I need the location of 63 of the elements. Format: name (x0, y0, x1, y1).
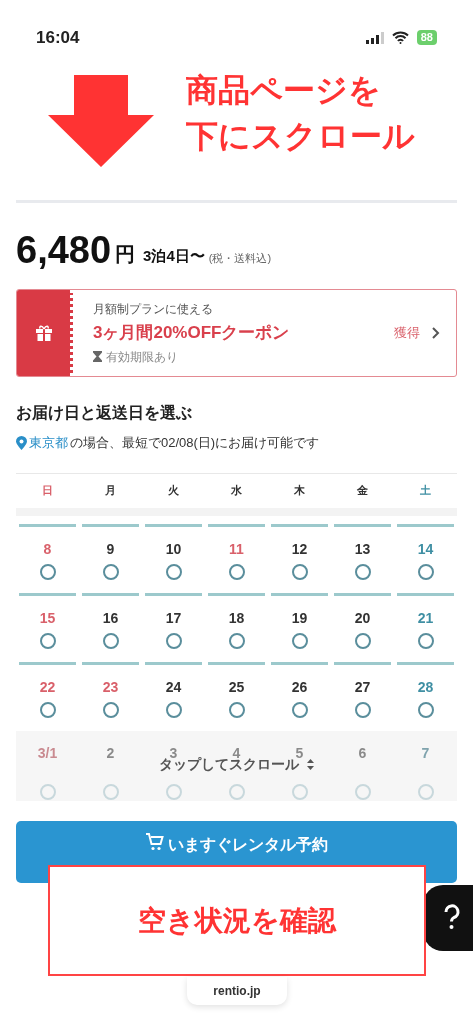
day-number: 3 (169, 743, 178, 761)
weekday-label: 金 (356, 483, 369, 499)
day-number: 28 (417, 677, 434, 697)
price-unit: 円 (115, 242, 136, 267)
chevron-right-icon (432, 327, 440, 339)
cart-icon (145, 832, 164, 851)
delivery-message: の場合、最短で02/08(日)にお届け可能です (70, 434, 320, 452)
battery-indicator: 88 (416, 30, 437, 45)
hourglass-icon (93, 351, 102, 363)
weekday-label: 月 (104, 483, 117, 499)
day-number: 24 (165, 677, 182, 697)
day-number: 20 (354, 608, 371, 628)
day-number: 2 (106, 743, 115, 763)
weekday-label: 火 (167, 483, 180, 499)
weekday-label: 日 (41, 483, 54, 499)
day-number: 4 (232, 743, 241, 761)
coupon-validity: 有効期限あり (106, 348, 178, 366)
price-note: (税・送料込) (208, 250, 272, 266)
plan-length: 3泊4日〜 (143, 245, 205, 266)
annotation-text: 空き状況を確認 (138, 903, 336, 938)
day-number: 23 (102, 677, 119, 697)
day-number: 15 (39, 608, 56, 628)
day-number: 18 (228, 608, 245, 628)
url-text: rentio.jp (213, 983, 261, 1000)
wifi-icon (391, 31, 409, 44)
down-arrow-icon (48, 75, 154, 167)
day-number: 6 (358, 743, 367, 763)
day-number: 5 (295, 743, 304, 761)
day-number: 13 (354, 539, 371, 559)
weekday-label: 土 (419, 483, 432, 499)
day-number: 16 (102, 608, 119, 628)
coupon-caption: 月額制プランに使える (93, 301, 214, 319)
weekday-label: 木 (293, 483, 306, 499)
day-number: 3/1 (37, 743, 58, 763)
day-number: 17 (165, 608, 182, 628)
day-number: 11 (229, 539, 244, 559)
gift-icon (34, 324, 53, 342)
day-number: 21 (417, 608, 434, 628)
price-amount: 6,480 (16, 231, 112, 269)
status-time: 16:04 (36, 26, 80, 49)
location-pin-icon (16, 435, 27, 450)
day-number: 19 (291, 608, 308, 628)
annotation-text: 商品ページを (186, 71, 382, 110)
day-number: 10 (165, 539, 182, 559)
weekday-label: 水 (230, 483, 243, 499)
day-number: 8 (43, 539, 52, 559)
sort-arrows-icon (307, 758, 314, 770)
signal-icon (365, 31, 384, 44)
day-number: 27 (354, 677, 371, 697)
day-number: 12 (291, 539, 308, 559)
delivery-region-link[interactable]: 東京都 (29, 433, 68, 453)
day-number: 14 (417, 539, 434, 559)
day-number: 7 (421, 743, 430, 763)
annotation-text: 下にスクロール (186, 117, 415, 156)
help-chat-icon[interactable] (423, 885, 473, 951)
day-number: 22 (39, 677, 56, 697)
day-number: 9 (106, 539, 115, 559)
coupon-get-link[interactable]: 獲得 (394, 323, 420, 343)
delivery-heading: お届け日と返送日を選ぶ (16, 403, 193, 423)
day-number: 26 (291, 677, 308, 697)
day-number: 25 (228, 677, 245, 697)
coupon-title: 3ヶ月間20%OFFクーポン (93, 322, 291, 345)
coupon-card[interactable]: 月額制プランに使える 3ヶ月間20%OFFクーポン 有効期限あり 獲得 (16, 289, 457, 377)
